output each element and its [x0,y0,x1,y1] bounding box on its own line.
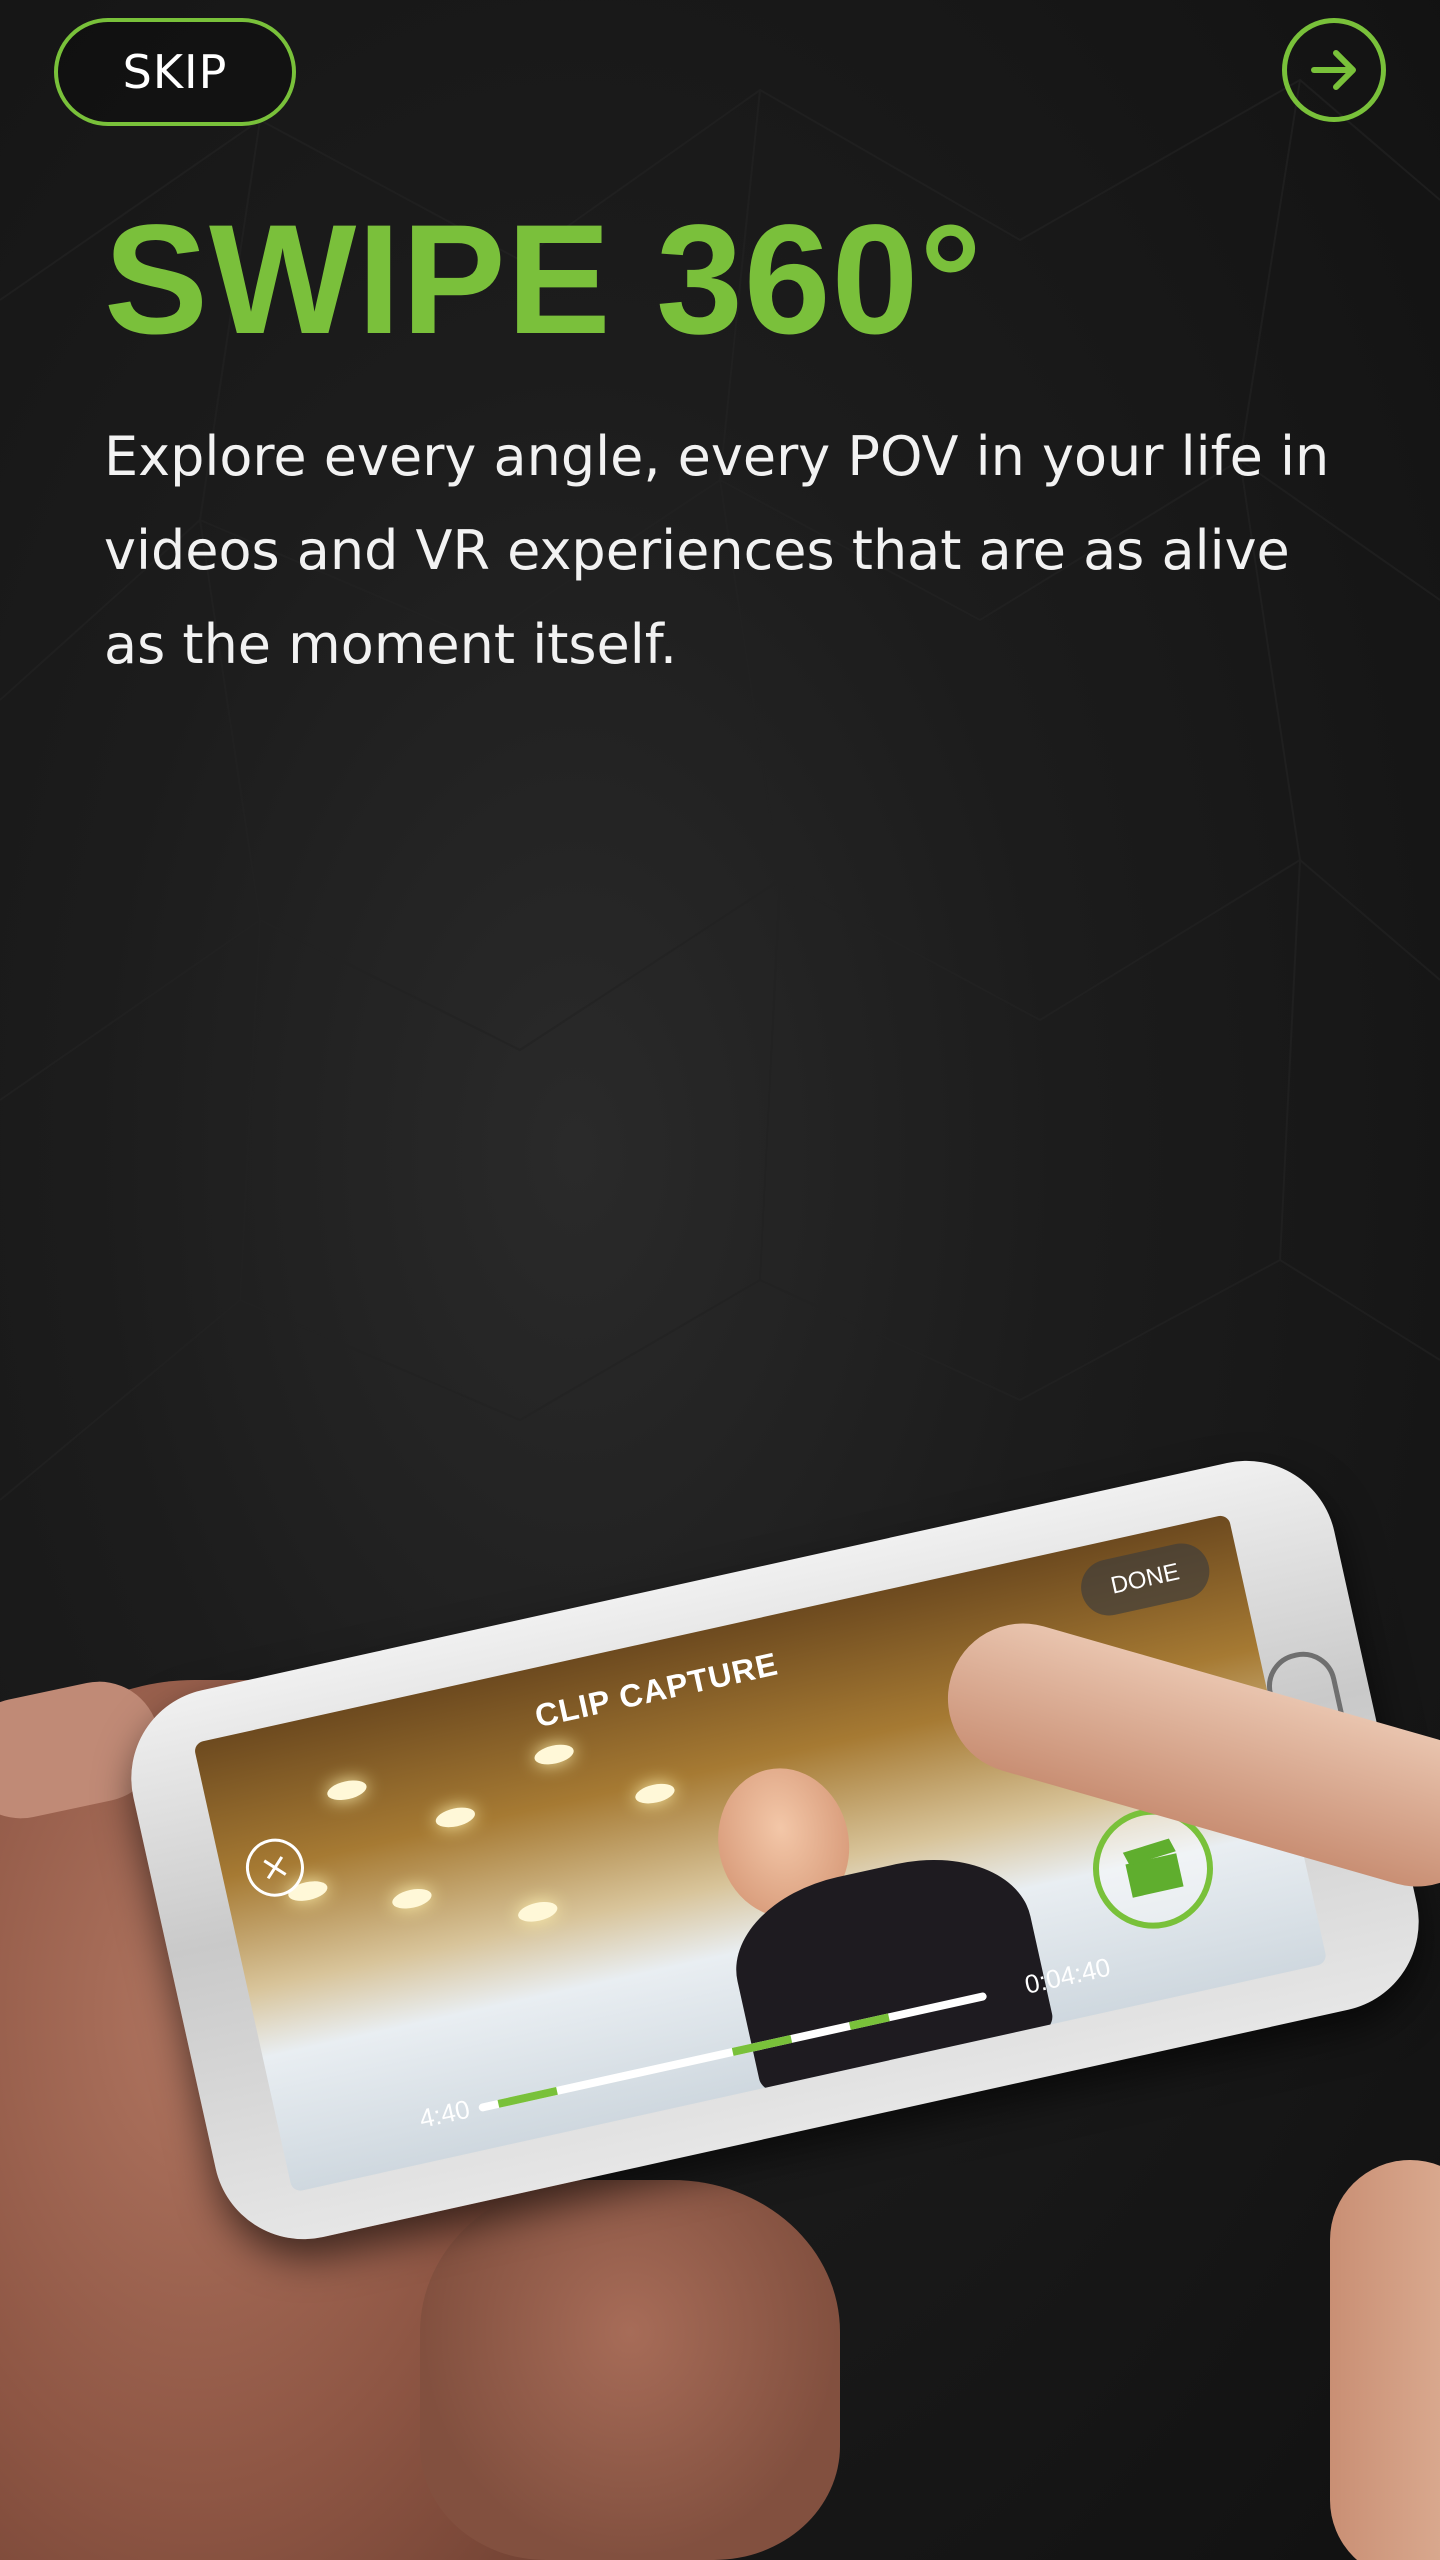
clapperboard-icon [1122,1838,1184,1898]
time-start: 4:40 [416,2093,473,2134]
skip-button[interactable]: SKIP [54,18,296,126]
right-thumb-image [1330,2160,1440,2560]
page-title: SWIPE 360° [104,193,983,367]
done-button: DONE [1075,1538,1215,1621]
clip-capture-label: CLIP CAPTURE [531,1645,782,1735]
phone-screen: CLIP CAPTURE DONE 4:40 0:04:40 [193,1513,1328,2193]
phone-illustration: CLIP CAPTURE DONE 4:40 0:04:40 [0,1380,1440,2560]
page-description: Explore every angle, every POV in your l… [104,425,1330,676]
next-button[interactable] [1282,18,1386,122]
phone-device: CLIP CAPTURE DONE 4:40 0:04:40 [113,1443,1437,2257]
bottom-fingers-image [420,2180,840,2560]
arrow-right-icon [1311,50,1356,90]
